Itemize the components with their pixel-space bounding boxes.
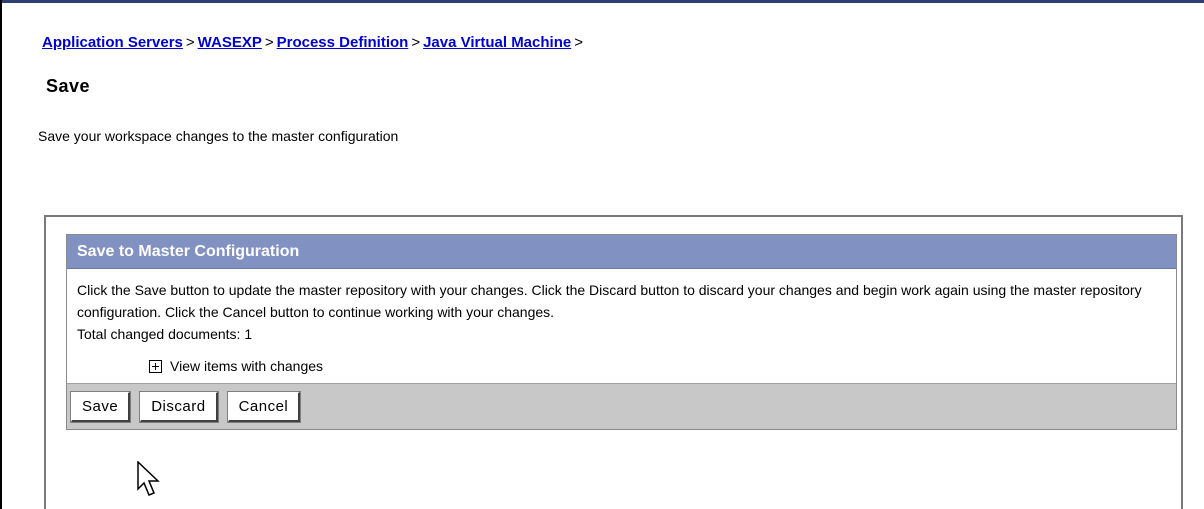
breadcrumb-separator: > — [411, 34, 421, 51]
content-frame: Save to Master Configuration Click the S… — [44, 215, 1183, 509]
breadcrumb-link-java-virtual-machine[interactable]: Java Virtual Machine — [423, 34, 571, 51]
cancel-button[interactable]: Cancel — [226, 390, 302, 423]
breadcrumb-link-process-definition[interactable]: Process Definition — [277, 34, 409, 51]
breadcrumb-separator: > — [185, 34, 195, 51]
discard-button[interactable]: Discard — [139, 390, 219, 423]
plus-box-icon[interactable] — [149, 359, 162, 373]
breadcrumb: Application Servers > WASEXP > Process Defin… — [42, 34, 586, 51]
view-items-toggle[interactable]: View items with changes — [77, 355, 1166, 377]
breadcrumb-separator: > — [264, 34, 274, 51]
breadcrumb-separator: > — [574, 34, 583, 51]
button-bar: Save Discard Cancel — [67, 383, 1176, 429]
total-changed-documents: Total changed documents: 1 — [77, 326, 253, 342]
save-panel: Save to Master Configuration Click the S… — [66, 234, 1177, 430]
save-button[interactable]: Save — [69, 390, 132, 423]
breadcrumb-link-application-servers[interactable]: Application Servers — [42, 34, 183, 51]
panel-header: Save to Master Configuration — [67, 235, 1176, 269]
panel-body: Click the Save button to update the mast… — [67, 269, 1176, 383]
top-border — [0, 0, 1204, 3]
page-title: Save — [46, 76, 91, 96]
panel-instructions: Click the Save button to update the mast… — [77, 282, 1142, 320]
page-description: Save your workspace changes to the maste… — [38, 128, 399, 144]
view-items-label[interactable]: View items with changes — [170, 355, 323, 377]
breadcrumb-link-wasexp[interactable]: WASEXP — [198, 34, 262, 51]
left-border — [0, 0, 2, 509]
